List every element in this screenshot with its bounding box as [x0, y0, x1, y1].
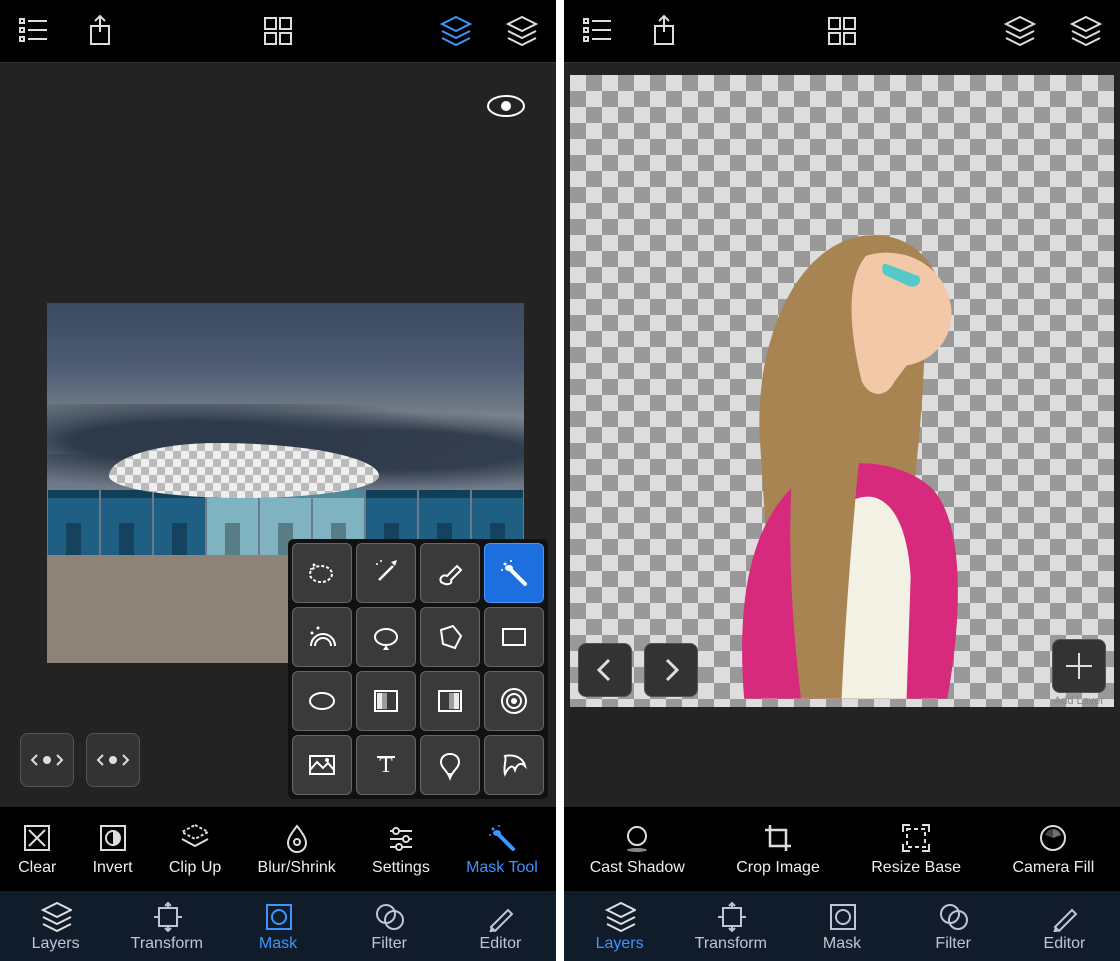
- add-layer-button[interactable]: [1052, 639, 1106, 693]
- action-clip-up[interactable]: Clip Up: [169, 821, 221, 877]
- tool-hair[interactable]: [484, 735, 544, 795]
- stack-icon[interactable]: [1002, 13, 1038, 49]
- tool-polygon[interactable]: [420, 607, 480, 667]
- layers-active-icon[interactable]: [438, 13, 474, 49]
- tab-mask[interactable]: Mask: [786, 891, 897, 961]
- action-crop-image[interactable]: Crop Image: [736, 821, 820, 877]
- action-invert[interactable]: Invert: [93, 821, 133, 877]
- right-canvas[interactable]: Add Layer: [564, 63, 1120, 807]
- action-resize-base[interactable]: Resize Base: [871, 821, 961, 877]
- stack-icon[interactable]: [504, 13, 540, 49]
- nav-next-button[interactable]: [86, 733, 140, 787]
- mask-tool-palette: [288, 539, 548, 799]
- tool-magic-brush[interactable]: [484, 543, 544, 603]
- layers-actionbar: Cast Shadow Crop Image Resize Base Camera F…: [564, 807, 1120, 891]
- tool-ellipse[interactable]: [292, 671, 352, 731]
- tool-gradient-arc[interactable]: [292, 607, 352, 667]
- stack-icon[interactable]: [1068, 13, 1104, 49]
- tool-text[interactable]: [356, 735, 416, 795]
- transparent-background: [570, 75, 1114, 707]
- tab-filter[interactable]: Filter: [334, 891, 445, 961]
- tool-lasso-add[interactable]: [292, 543, 352, 603]
- tab-filter[interactable]: Filter: [898, 891, 1009, 961]
- action-mask-tool[interactable]: Mask Tool: [466, 821, 538, 877]
- share-icon[interactable]: [646, 13, 682, 49]
- tool-spade[interactable]: [420, 735, 480, 795]
- grid-icon[interactable]: [260, 13, 296, 49]
- list-icon[interactable]: [580, 13, 616, 49]
- tool-linear-grad-2[interactable]: [420, 671, 480, 731]
- action-clear[interactable]: Clear: [18, 821, 56, 877]
- tool-brush[interactable]: [420, 543, 480, 603]
- tab-editor[interactable]: Editor: [445, 891, 556, 961]
- topbar: [564, 0, 1120, 63]
- left-pane: Clear Invert Clip Up Blur/Shrink Settings Mas…: [0, 0, 556, 961]
- tool-rectangle[interactable]: [484, 607, 544, 667]
- tab-layers[interactable]: Layers: [564, 891, 675, 961]
- tool-image-mask[interactable]: [292, 735, 352, 795]
- bottom-tabbar: LayersTransformMaskFilterEditor: [0, 891, 556, 961]
- undo-button[interactable]: [578, 643, 632, 697]
- tool-magic-wand[interactable]: [356, 543, 416, 603]
- bottom-tabbar: LayersTransformMaskFilterEditor: [564, 891, 1120, 961]
- topbar: [0, 0, 556, 63]
- tool-freehand[interactable]: [356, 607, 416, 667]
- tool-linear-grad[interactable]: [356, 671, 416, 731]
- mask-actionbar: Clear Invert Clip Up Blur/Shrink Settings Mas…: [0, 807, 556, 891]
- nav-prev-button[interactable]: [20, 733, 74, 787]
- share-icon[interactable]: [82, 13, 118, 49]
- action-camera-fill[interactable]: Camera Fill: [1012, 821, 1094, 877]
- add-layer-label: Add Layer: [1054, 695, 1104, 707]
- action-blur-shrink[interactable]: Blur/Shrink: [258, 821, 336, 877]
- visibility-eye-icon[interactable]: [486, 93, 526, 119]
- redo-button[interactable]: [644, 643, 698, 697]
- action-cast-shadow[interactable]: Cast Shadow: [590, 821, 685, 877]
- action-settings[interactable]: Settings: [372, 821, 430, 877]
- tab-transform[interactable]: Transform: [675, 891, 786, 961]
- left-canvas[interactable]: [0, 63, 556, 807]
- right-pane: Add Layer Cast Shadow Crop Image Resize Ba…: [564, 0, 1120, 961]
- tool-radial-grad[interactable]: [484, 671, 544, 731]
- grid-icon[interactable]: [824, 13, 860, 49]
- tab-editor[interactable]: Editor: [1009, 891, 1120, 961]
- tab-mask[interactable]: Mask: [222, 891, 333, 961]
- list-icon[interactable]: [16, 13, 52, 49]
- tab-transform[interactable]: Transform: [111, 891, 222, 961]
- girl-cutout-image: [624, 138, 1059, 707]
- tab-layers[interactable]: Layers: [0, 891, 111, 961]
